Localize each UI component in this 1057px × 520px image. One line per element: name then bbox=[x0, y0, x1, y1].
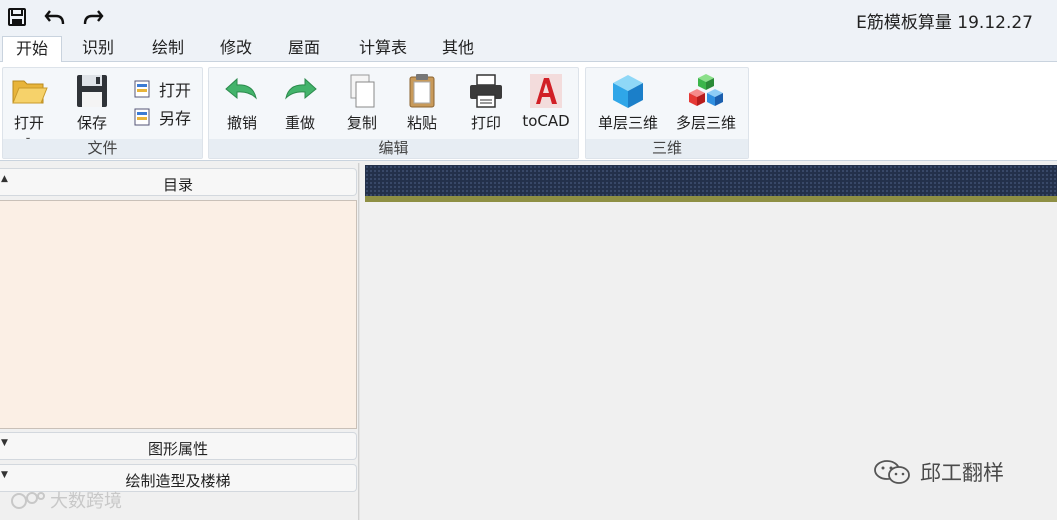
catalog-tree[interactable] bbox=[0, 200, 357, 429]
print-button[interactable]: 打印 bbox=[461, 72, 511, 136]
canvas-header-strip bbox=[365, 165, 1057, 196]
tocad-button[interactable]: toCAD bbox=[519, 72, 573, 136]
tocad-label: toCAD bbox=[522, 112, 570, 130]
tab-start[interactable]: 开始 bbox=[2, 36, 62, 63]
wechat-watermark: 邱工翻样 bbox=[872, 457, 1004, 487]
open-label: 打开 bbox=[13, 114, 44, 132]
open-button[interactable]: 打开 ▾ bbox=[5, 72, 53, 144]
multi-floor-3d-button[interactable]: 多层三维 bbox=[670, 72, 742, 136]
copy-label: 复制 bbox=[346, 114, 377, 132]
save-button[interactable]: 保存 bbox=[67, 72, 117, 136]
redo-arrow-icon bbox=[285, 77, 317, 100]
paste-button[interactable]: 粘贴 bbox=[397, 72, 447, 136]
single-floor-3d-button[interactable]: 单层三维 bbox=[592, 72, 664, 136]
save-label: 保存 bbox=[76, 114, 107, 132]
undo-label: 撤销 bbox=[226, 114, 257, 132]
wechat-icon bbox=[874, 460, 910, 484]
panel-splitter[interactable] bbox=[358, 163, 360, 520]
floppy-icon bbox=[77, 75, 107, 107]
catalog-header[interactable]: ▲ 目录 bbox=[0, 168, 357, 196]
brand-logo-icon bbox=[11, 492, 45, 509]
tab-calc-table[interactable]: 计算表 bbox=[350, 36, 416, 63]
printer-icon bbox=[470, 74, 502, 108]
multi-cube-icon bbox=[689, 74, 723, 106]
quick-save-button[interactable] bbox=[4, 4, 30, 30]
wechat-watermark-text: 邱工翻样 bbox=[920, 461, 1004, 485]
tab-modify[interactable]: 修改 bbox=[210, 36, 262, 63]
paste-icon bbox=[409, 74, 435, 108]
open-small-button[interactable]: 打开 bbox=[133, 78, 191, 100]
redo-button[interactable]: 重做 bbox=[275, 72, 325, 136]
app-title: E筋模板算量 19.12.27 bbox=[856, 13, 1033, 33]
redo-label: 重做 bbox=[284, 114, 315, 132]
title-bar: E筋模板算量 19.12.27 bbox=[0, 0, 1057, 34]
single-floor-3d-label: 单层三维 bbox=[597, 114, 658, 132]
tab-recognize[interactable]: 识别 bbox=[72, 36, 124, 63]
ribbon-tabs: 开始 识别 绘制 修改 屋面 计算表 其他 bbox=[0, 34, 1057, 63]
view3d-group: 单层三维 多层三维 三维 bbox=[585, 67, 749, 159]
document-save-as-icon bbox=[134, 108, 150, 126]
tab-other[interactable]: 其他 bbox=[432, 36, 484, 63]
corner-watermark-text: 大数跨境 bbox=[50, 491, 122, 512]
cube-icon bbox=[613, 75, 643, 108]
corner-watermark: 大数跨境 bbox=[10, 487, 122, 513]
multi-floor-3d-label: 多层三维 bbox=[675, 114, 736, 132]
redo-icon bbox=[83, 10, 104, 25]
copy-icon bbox=[350, 74, 375, 108]
file-group-label: 文件 bbox=[3, 139, 202, 158]
shape-props-title: 图形属性 bbox=[147, 440, 208, 458]
quick-undo-button[interactable] bbox=[42, 4, 68, 30]
edit-group-label: 编辑 bbox=[209, 139, 578, 158]
shape-props-header[interactable]: ▼ 图形属性 bbox=[0, 432, 357, 460]
tab-roof[interactable]: 屋面 bbox=[278, 36, 330, 63]
open-small-label: 打开 bbox=[159, 81, 192, 100]
save-icon bbox=[8, 8, 26, 26]
catalog-title: 目录 bbox=[162, 176, 193, 194]
view3d-group-label: 三维 bbox=[586, 139, 748, 158]
autocad-icon bbox=[530, 74, 562, 108]
save-as-button[interactable]: 另存 bbox=[133, 106, 191, 128]
edit-group: 撤销 重做 复制 粘贴 打印 toCAD 编辑 bbox=[208, 67, 579, 159]
undo-icon bbox=[44, 10, 65, 25]
print-label: 打印 bbox=[470, 114, 501, 132]
file-group: 打开 ▾ 保存 打开 另存 bbox=[2, 67, 203, 159]
quick-redo-button[interactable] bbox=[80, 4, 106, 30]
save-as-label: 另存 bbox=[159, 109, 192, 128]
undo-arrow-icon bbox=[225, 77, 257, 100]
document-open-icon bbox=[134, 80, 150, 98]
paste-label: 粘贴 bbox=[406, 114, 437, 132]
folder-icon bbox=[12, 80, 48, 104]
tab-draw[interactable]: 绘制 bbox=[142, 36, 194, 63]
undo-button[interactable]: 撤销 bbox=[217, 72, 267, 136]
ribbon: 打开 ▾ 保存 打开 另存 bbox=[0, 62, 1057, 161]
copy-button[interactable]: 复制 bbox=[337, 72, 387, 136]
